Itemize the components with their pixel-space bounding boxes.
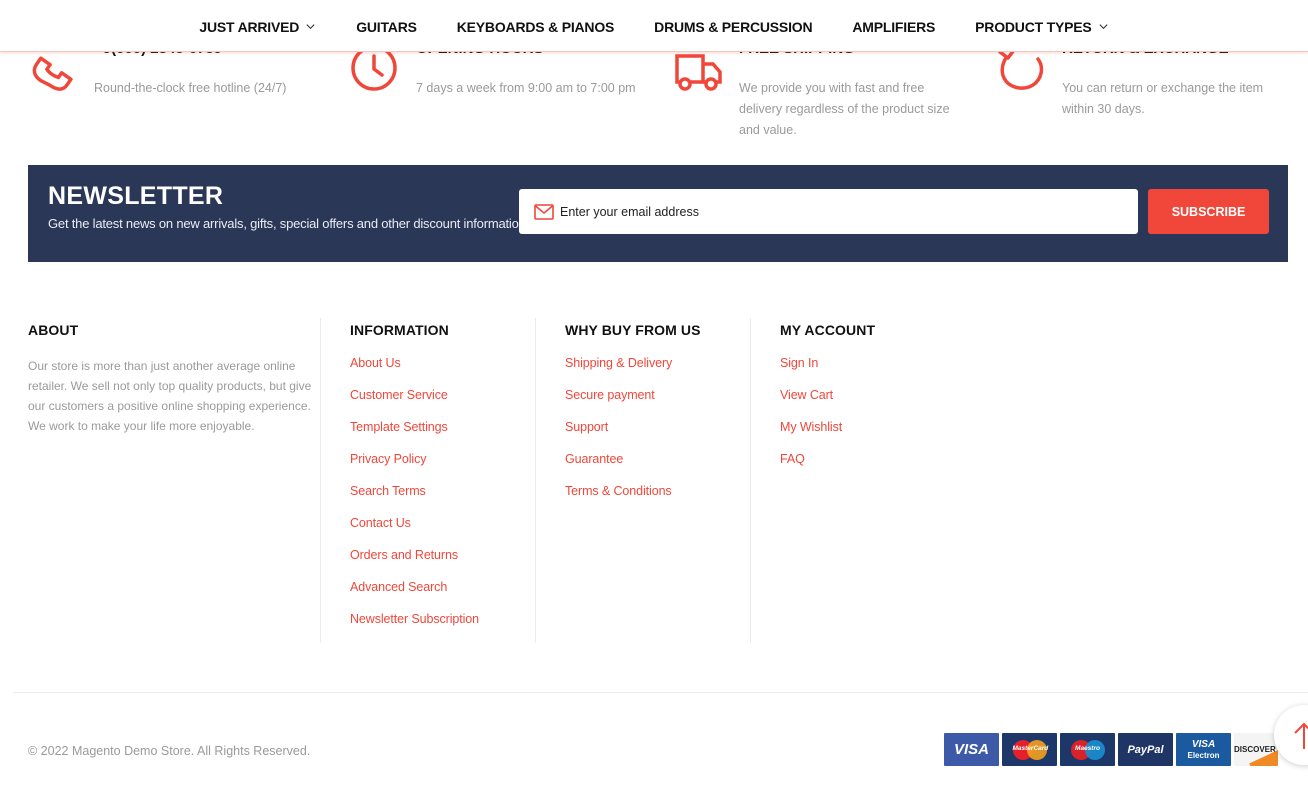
footer-columns: ABOUT Our store is more than just anothe…	[28, 318, 1288, 643]
visa-electron-bottom: Electron	[1187, 750, 1220, 760]
nav-item-label: GUITARS	[356, 18, 417, 35]
footer-link-orders-returns[interactable]: Orders and Returns	[350, 548, 458, 562]
subscribe-button[interactable]: SUBSCRIBE	[1148, 189, 1269, 234]
list-item: My Wishlist	[780, 420, 965, 452]
nav-item-label: PRODUCT TYPES	[975, 18, 1092, 35]
nav-item-label: KEYBOARDS & PIANOS	[456, 18, 615, 35]
list-item: Contact Us	[350, 516, 535, 548]
nav-item-label: AMPLIFIERS	[852, 18, 936, 35]
footer-link-support[interactable]: Support	[565, 420, 608, 434]
visa-electron-logo: VISA Electron	[1176, 733, 1231, 766]
nav-item-guitars[interactable]: GUITARS	[336, 1, 437, 53]
visa-label: VISA	[953, 741, 989, 758]
feature-description: Round-the-clock free hotline (24/7)	[94, 81, 287, 95]
newsletter-email-field[interactable]	[519, 189, 1138, 234]
list-item: Newsletter Subscription	[350, 612, 535, 644]
newsletter-title: NEWSLETTER	[48, 182, 224, 210]
nav-item-just-arrived[interactable]: JUST ARRIVED	[179, 1, 336, 53]
feature-description: We provide you with fast and free delive…	[739, 81, 950, 137]
newsletter-section: NEWSLETTER Get the latest news on new ar…	[28, 165, 1288, 262]
footer-link-about-us[interactable]: About Us	[350, 356, 401, 370]
nav-item-product-types[interactable]: PRODUCT TYPES	[955, 1, 1128, 53]
scroll-to-top-button[interactable]	[1274, 705, 1308, 765]
footer-link-sign-in[interactable]: Sign In	[780, 356, 818, 370]
footer-column-my-account: MY ACCOUNT Sign In View Cart My Wishlist…	[750, 318, 965, 643]
list-item: About Us	[350, 356, 535, 388]
footer-column-information: INFORMATION About Us Customer Service Te…	[320, 318, 535, 643]
arrow-up-icon	[1294, 722, 1308, 749]
about-text: Our store is more than just another aver…	[28, 359, 312, 433]
discover-logo: DISCOVER	[1234, 733, 1278, 766]
column-heading: MY ACCOUNT	[780, 322, 876, 338]
visa-electron-top: VISA	[1191, 738, 1216, 750]
list-item: View Cart	[780, 388, 965, 420]
list-item: Support	[565, 420, 750, 452]
list-item: FAQ	[780, 452, 965, 484]
list-item: Search Terms	[350, 484, 535, 516]
mastercard-label: MasterCard	[1012, 744, 1049, 752]
copyright-text: © 2022 Magento Demo Store. All Rights Re…	[28, 744, 311, 758]
chevron-down-icon	[306, 24, 315, 30]
footer-link-guarantee[interactable]: Guarantee	[565, 452, 623, 466]
list-item: Secure payment	[565, 388, 750, 420]
feature-description: You can return or exchange the item with…	[1062, 81, 1264, 116]
envelope-icon	[534, 203, 554, 220]
list-item: Sign In	[780, 356, 965, 388]
nav-item-label: DRUMS & PERCUSSION	[654, 18, 813, 35]
footer-link-search-terms[interactable]: Search Terms	[350, 484, 426, 498]
footer-link-customer-service[interactable]: Customer Service	[350, 388, 448, 402]
my-account-links: Sign In View Cart My Wishlist FAQ	[780, 356, 965, 484]
nav-item-keyboards-pianos[interactable]: KEYBOARDS & PIANOS	[437, 1, 634, 53]
footer-column-about: ABOUT Our store is more than just anothe…	[28, 318, 320, 643]
footer-link-shipping-delivery[interactable]: Shipping & Delivery	[565, 356, 672, 370]
paypal-label: PayPal	[1127, 743, 1164, 756]
maestro-logo: Maestro	[1060, 733, 1115, 766]
main-navigation: JUST ARRIVED GUITARS KEYBOARDS & PIANOS …	[0, 0, 1308, 52]
column-heading: INFORMATION	[350, 322, 449, 338]
footer-link-my-wishlist[interactable]: My Wishlist	[780, 420, 842, 434]
column-heading: WHY BUY FROM US	[565, 322, 701, 338]
list-item: Privacy Policy	[350, 452, 535, 484]
footer-link-secure-payment[interactable]: Secure payment	[565, 388, 655, 402]
footer-divider	[13, 692, 1308, 693]
list-item: Guarantee	[565, 452, 750, 484]
footer-link-privacy-policy[interactable]: Privacy Policy	[350, 452, 427, 466]
chevron-down-icon	[1099, 24, 1108, 30]
footer-column-why-buy: WHY BUY FROM US Shipping & Delivery Secu…	[535, 318, 750, 643]
footer-link-view-cart[interactable]: View Cart	[780, 388, 833, 402]
paypal-logo: PayPal	[1118, 733, 1173, 766]
footer-link-contact-us[interactable]: Contact Us	[350, 516, 411, 530]
footer-link-advanced-search[interactable]: Advanced Search	[350, 580, 447, 594]
mastercard-logo: MasterCard	[1002, 733, 1057, 766]
footer-link-newsletter-subscription[interactable]: Newsletter Subscription	[350, 612, 479, 626]
why-buy-links: Shipping & Delivery Secure payment Suppo…	[565, 356, 750, 516]
newsletter-subtitle: Get the latest news on new arrivals, gif…	[48, 216, 530, 231]
information-links: About Us Customer Service Template Setti…	[350, 356, 535, 644]
nav-item-drums-percussion[interactable]: DRUMS & PERCUSSION	[634, 1, 832, 53]
list-item: Advanced Search	[350, 580, 535, 612]
maestro-label: Maestro	[1075, 744, 1100, 752]
footer-link-template-settings[interactable]: Template Settings	[350, 420, 448, 434]
list-item: Orders and Returns	[350, 548, 535, 580]
list-item: Shipping & Delivery	[565, 356, 750, 388]
visa-logo: VISA	[944, 733, 999, 766]
list-item: Customer Service	[350, 388, 535, 420]
nav-item-label: JUST ARRIVED	[199, 18, 300, 35]
nav-item-amplifiers[interactable]: AMPLIFIERS	[832, 1, 955, 53]
column-heading: ABOUT	[28, 322, 79, 338]
list-item: Terms & Conditions	[565, 484, 750, 516]
email-input[interactable]	[560, 204, 1120, 219]
feature-description: 7 days a week from 9:00 am to 7:00 pm	[416, 81, 636, 95]
payment-methods: VISA MasterCard Maestro PayPal VISA Elec…	[944, 733, 1278, 766]
footer-link-faq[interactable]: FAQ	[780, 452, 805, 466]
footer-link-terms-conditions[interactable]: Terms & Conditions	[565, 484, 672, 498]
list-item: Template Settings	[350, 420, 535, 452]
